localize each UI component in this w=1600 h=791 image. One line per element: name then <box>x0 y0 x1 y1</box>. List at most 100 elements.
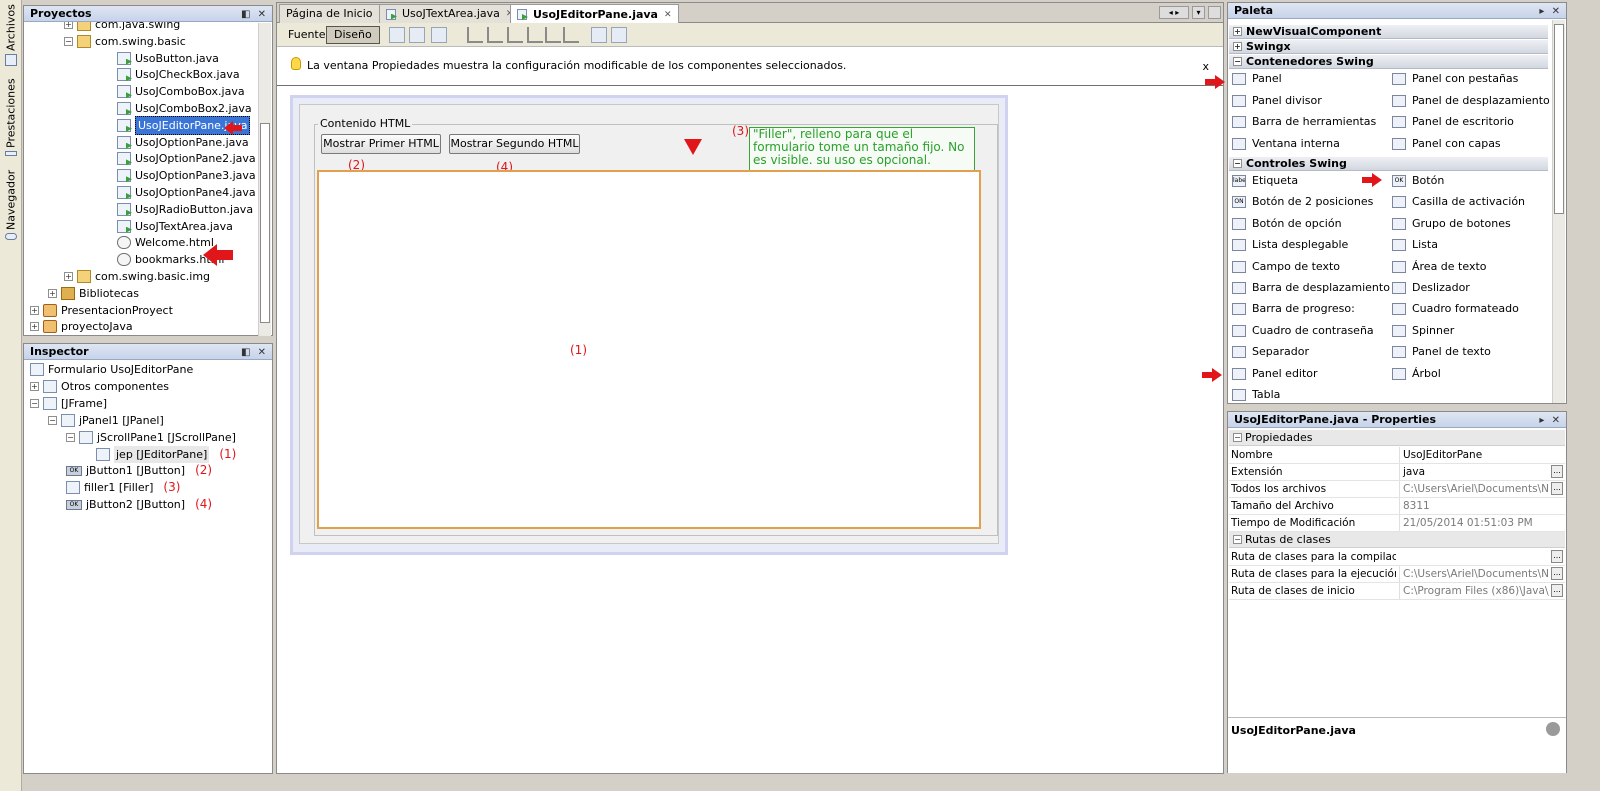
expand-toggle-icon[interactable]: − <box>30 398 39 408</box>
tab-usojeditorpane[interactable]: UsoJEditorPane.java ✕ <box>510 4 679 24</box>
palette-item[interactable]: Separador <box>1232 343 1309 361</box>
inspector-tree-item[interactable]: − [JFrame] <box>30 395 107 412</box>
panel-controls[interactable]: ◧ ✕ <box>241 7 268 22</box>
scroll-thumb[interactable] <box>260 123 270 323</box>
expand-toggle-icon[interactable]: + <box>64 272 73 281</box>
inspector-tree-item[interactable]: OK jButton1 [JButton] (2) <box>66 462 212 479</box>
palette-item[interactable]: Cuadro de contraseña <box>1232 322 1374 340</box>
palette-item[interactable]: Lista desplegable <box>1232 236 1348 254</box>
expand-toggle-icon[interactable]: + <box>1233 42 1242 51</box>
ellipsis-button[interactable]: ... <box>1551 482 1563 495</box>
tab-navegador[interactable]: Navegador <box>2 170 20 240</box>
panel-controls[interactable]: ◧ ✕ <box>241 345 268 360</box>
tab-scroll-buttons[interactable]: ◂ ▸ <box>1159 6 1189 19</box>
palette-item[interactable]: Panel de desplazamiento <box>1392 92 1550 110</box>
project-tree-item[interactable]: UsoJOptionPane4.java <box>100 184 256 201</box>
palette-category-newvisualcomponent[interactable]: + NewVisualComponent <box>1229 25 1548 39</box>
palette-item[interactable]: Casilla de activación <box>1392 193 1525 211</box>
palette-item[interactable]: Barra de progreso: <box>1232 300 1355 318</box>
resize-horizontal-icon[interactable] <box>591 27 607 43</box>
tab-prestaciones[interactable]: Prestaciones <box>2 78 20 156</box>
expand-toggle-icon[interactable]: − <box>48 415 57 425</box>
property-value[interactable]: C:\Program Files (x86)\Java\jdk... <box>1399 583 1549 599</box>
projects-scrollbar[interactable] <box>258 23 271 336</box>
property-row[interactable]: Ruta de clases para la ejecución C:\Users… <box>1229 566 1565 583</box>
help-icon[interactable] <box>1546 722 1560 736</box>
align-right-icon[interactable] <box>487 27 503 43</box>
palette-item[interactable]: Campo de texto <box>1232 258 1340 276</box>
palette-scrollbar[interactable] <box>1552 20 1565 403</box>
palette-item[interactable]: Cuadro formateado <box>1392 300 1519 318</box>
expand-toggle-icon[interactable]: + <box>48 288 57 298</box>
resize-vertical-icon[interactable] <box>611 27 627 43</box>
property-row[interactable]: Todos los archivos C:\Users\Ariel\Documen… <box>1229 481 1565 498</box>
property-row[interactable]: Nombre UsoJEditorPane <box>1229 447 1565 464</box>
inspector-tree-item[interactable]: Formulario UsoJEditorPane <box>30 361 193 378</box>
ellipsis-button[interactable]: ... <box>1551 465 1563 478</box>
property-value[interactable]: 8311 <box>1399 498 1549 514</box>
project-tree-item[interactable]: UsoJOptionPane2.java <box>100 150 256 167</box>
selection-mode-icon[interactable] <box>389 27 405 43</box>
palette-item[interactable]: Panel con capas <box>1392 135 1501 153</box>
ellipsis-button[interactable]: ... <box>1551 567 1563 580</box>
property-value[interactable]: 21/05/2014 01:51:03 PM <box>1399 515 1549 531</box>
property-row[interactable]: Extensión java... <box>1229 464 1565 481</box>
project-tree-item[interactable]: UsoJOptionPane3.java <box>100 167 256 184</box>
palette-item[interactable]: Árbol <box>1392 365 1441 383</box>
palette-item[interactable]: label Etiqueta <box>1232 172 1298 190</box>
align-top-icon[interactable] <box>527 27 543 43</box>
project-tree-item[interactable]: − com.swing.basic <box>64 33 186 50</box>
tab-usojtextarea[interactable]: UsoJTextArea.java✕ <box>379 4 521 23</box>
property-value[interactable]: java <box>1399 464 1549 480</box>
palette-category-controles-swing[interactable]: − Controles Swing <box>1229 157 1548 171</box>
show-first-html-button[interactable]: Mostrar Primer HTML <box>321 134 441 154</box>
palette-item[interactable]: Barra de herramientas <box>1232 113 1376 131</box>
inspector-tree-item[interactable]: − jScrollPane1 [JScrollPane] <box>66 429 236 446</box>
palette-category-contenedores-swing[interactable]: − Contenedores Swing <box>1229 55 1548 69</box>
inspector-tree-item[interactable]: jep [JEditorPane] (1) <box>96 445 236 463</box>
ellipsis-button[interactable]: ... <box>1551 584 1563 597</box>
palette-item[interactable]: Tabla <box>1232 386 1280 404</box>
property-row[interactable]: Tamaño del Archivo 8311 <box>1229 498 1565 515</box>
property-row[interactable]: Ruta de clases de inicio C:\Program Files… <box>1229 583 1565 600</box>
tab-pagina-de-inicio[interactable]: Página de Inicio✕ <box>279 4 394 23</box>
inspector-tree-item[interactable]: − jPanel1 [JPanel] <box>48 412 164 429</box>
expand-toggle-icon[interactable]: + <box>64 22 73 29</box>
panel-controls[interactable]: ▸ ✕ <box>1539 413 1562 428</box>
project-tree-item[interactable]: UsoJRadioButton.java <box>100 201 253 218</box>
ellipsis-button[interactable]: ... <box>1551 550 1563 563</box>
info-close-button[interactable]: x <box>1202 60 1209 73</box>
palette-item[interactable]: Panel de texto <box>1392 343 1491 361</box>
align-bottom-icon[interactable] <box>545 27 561 43</box>
project-tree-item[interactable]: UsoJTextArea.java <box>100 218 233 235</box>
expand-toggle-icon[interactable]: + <box>1233 27 1242 36</box>
project-tree-item[interactable]: + com.java.swing <box>64 22 180 33</box>
palette-category-swingx[interactable]: + Swingx <box>1229 40 1548 54</box>
palette-item[interactable]: Lista <box>1392 236 1438 254</box>
expand-toggle-icon[interactable]: + <box>30 305 39 315</box>
inspector-tree-item[interactable]: + Otros componentes <box>30 378 169 395</box>
property-value[interactable]: C:\Users\Ariel\Documents\NetB... <box>1399 481 1549 497</box>
project-tree-item[interactable]: + proyectoJava <box>30 318 133 335</box>
palette-item[interactable]: Panel editor <box>1232 365 1318 383</box>
align-center-icon[interactable] <box>507 27 523 43</box>
project-tree-item[interactable]: UsoJCheckBox.java <box>100 66 240 83</box>
project-tree-item[interactable]: Welcome.html <box>100 234 214 251</box>
palette-item[interactable]: Deslizador <box>1392 279 1470 297</box>
design-button[interactable]: Diseño <box>326 26 380 44</box>
expand-toggle-icon[interactable]: − <box>1233 159 1242 168</box>
project-tree-item[interactable]: + PresentacionProyect <box>30 302 173 319</box>
project-tree-item[interactable]: UsoJComboBox.java <box>100 83 245 100</box>
maximize-button[interactable] <box>1208 6 1221 19</box>
palette-item[interactable]: Spinner <box>1392 322 1454 340</box>
property-value[interactable]: UsoJEditorPane <box>1399 447 1549 463</box>
palette-item[interactable]: Grupo de botones <box>1392 215 1511 233</box>
project-tree-item[interactable]: UsoButton.java <box>100 50 219 67</box>
palette-item[interactable]: ON Botón de 2 posiciones <box>1232 193 1373 211</box>
palette-item[interactable]: Panel divisor <box>1232 92 1322 110</box>
tab-archivos[interactable]: Archivos <box>2 4 20 66</box>
scroll-thumb[interactable] <box>1554 24 1564 214</box>
section-rutas-de-clases[interactable]: − Rutas de clases <box>1229 532 1565 548</box>
property-value[interactable]: C:\Users\Ariel\Documents\NetB... <box>1399 566 1549 582</box>
inspector-tree-item[interactable]: filler1 [Filler] (3) <box>66 479 180 496</box>
